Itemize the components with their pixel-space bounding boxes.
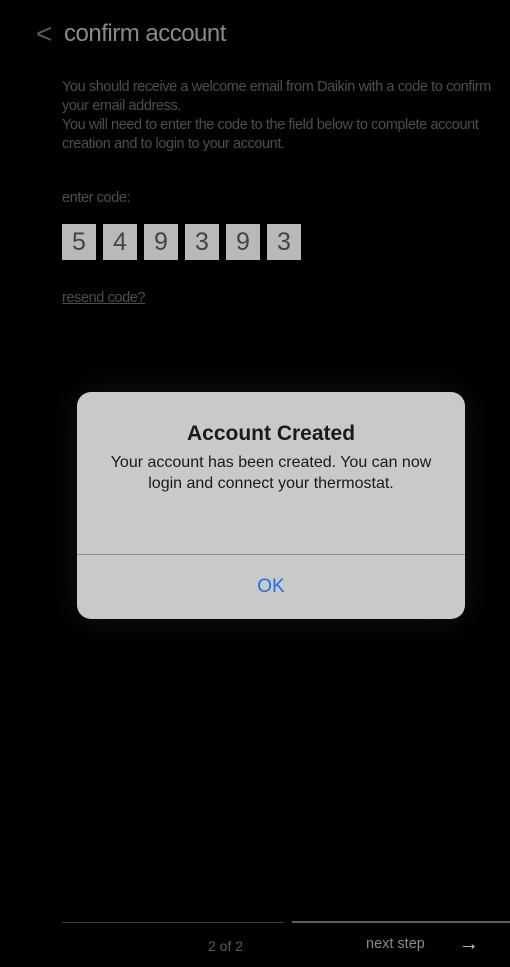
instructions-line-1: You should receive a welcome email from … <box>62 79 491 114</box>
next-step-label: next step <box>366 936 425 952</box>
code-digit-4[interactable]: 3 <box>185 224 219 260</box>
instructions-line-2: You will need to enter the code to the f… <box>62 117 479 152</box>
page-indicator: 2 of 2 <box>208 938 244 954</box>
back-chevron-icon[interactable]: < <box>36 20 58 48</box>
code-digit-5[interactable]: 9 <box>226 224 260 260</box>
dialog-message: Your account has been created. You can n… <box>110 454 432 492</box>
resend-code-link[interactable]: resend code? <box>62 290 145 306</box>
instructions-text: You should receive a welcome email from … <box>62 78 502 154</box>
next-step-button[interactable]: next step → <box>366 934 479 954</box>
dialog-title: Account Created <box>186 422 356 445</box>
ok-button[interactable]: OK <box>77 555 465 619</box>
progress-divider-right <box>292 921 510 923</box>
code-digit-1[interactable]: 5 <box>62 224 96 260</box>
confirm-account-screen: < confirm account You should receive a w… <box>0 0 510 967</box>
code-digit-3[interactable]: 9 <box>144 224 178 260</box>
progress-divider-left <box>62 922 284 923</box>
enter-code-label: enter code: <box>62 190 131 206</box>
code-digit-2[interactable]: 4 <box>103 224 137 260</box>
code-digit-6[interactable]: 3 <box>267 224 301 260</box>
code-input-row[interactable]: 5 4 9 3 9 3 <box>62 224 301 260</box>
arrow-right-icon[interactable]: → <box>459 934 479 954</box>
page-title: confirm account <box>64 20 226 47</box>
header: < confirm account <box>36 14 226 54</box>
dialog-body: Account Created Your account has been cr… <box>77 392 465 554</box>
account-created-dialog: Account Created Your account has been cr… <box>77 392 465 619</box>
